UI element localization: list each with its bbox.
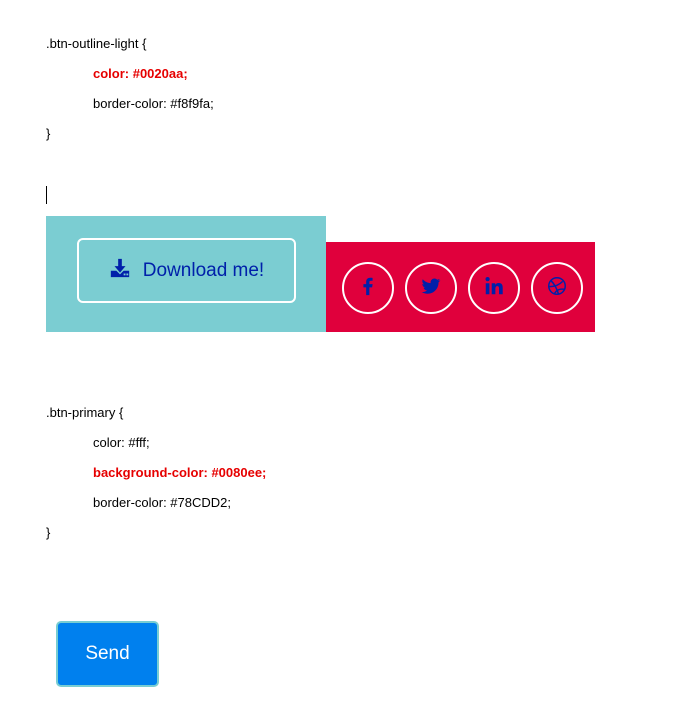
code-line-background-color-highlighted: background-color: #0080ee; [93, 465, 267, 480]
code-line-border-color: border-color: #f8f9fa; [93, 96, 214, 111]
download-button[interactable]: Download me! [77, 238, 296, 303]
download-button-label: Download me! [142, 259, 265, 281]
twitter-button[interactable] [405, 262, 457, 314]
dribbble-button[interactable] [531, 262, 583, 314]
code-selector-btn-primary: .btn-primary { [46, 405, 124, 420]
send-button[interactable]: Send [56, 621, 159, 687]
dribbble-icon [546, 275, 568, 302]
twitter-icon [420, 275, 442, 302]
code-line-border-color: border-color: #78CDD2; [93, 495, 232, 510]
code-closing-brace: } [46, 525, 51, 540]
code-line-color: color: #fff; [93, 435, 150, 450]
text-cursor [46, 186, 47, 204]
facebook-button[interactable] [342, 262, 394, 314]
code-line-color-highlighted: color: #0020aa; [93, 66, 188, 81]
code-closing-brace: } [46, 126, 51, 141]
linkedin-button[interactable] [468, 262, 520, 314]
linkedin-icon [483, 275, 505, 302]
facebook-icon [357, 275, 379, 302]
code-selector-outline-light: .btn-outline-light { [46, 36, 147, 51]
download-icon [109, 257, 131, 285]
